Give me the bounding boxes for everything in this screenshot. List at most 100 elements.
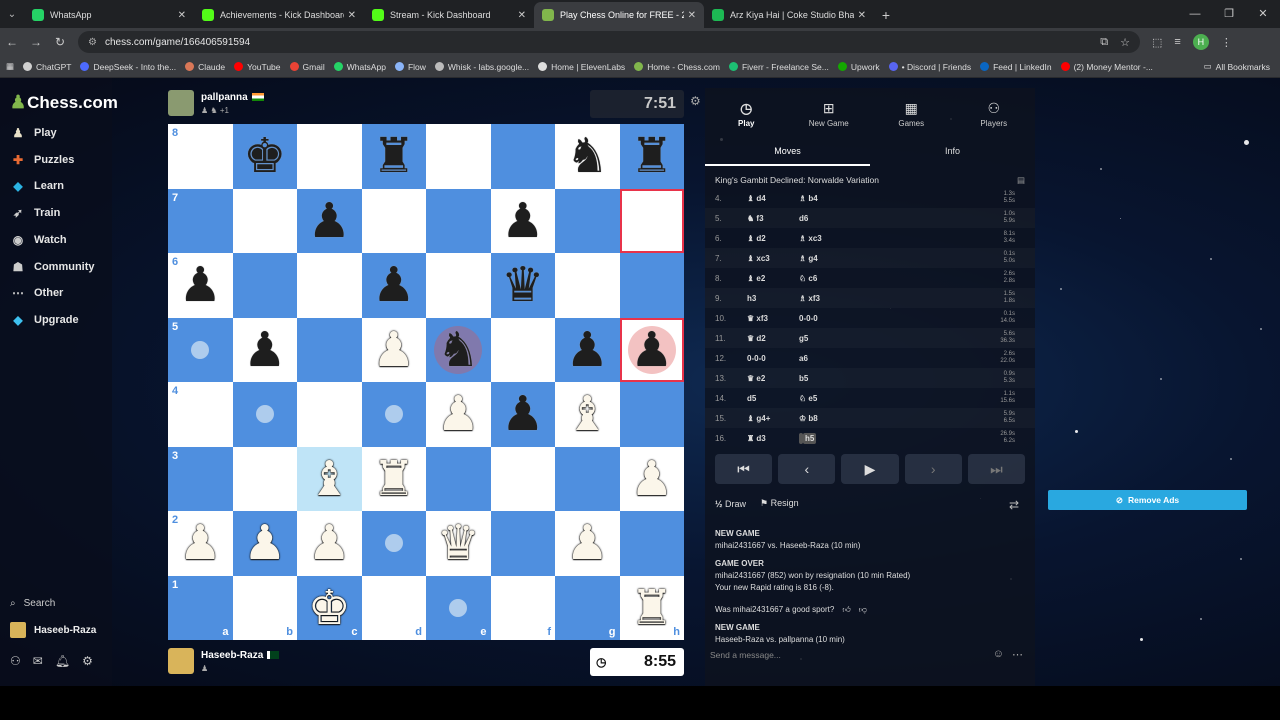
extensions-icon[interactable]: ⬚ — [1152, 36, 1162, 49]
white-pawn-icon[interactable]: ♟ — [437, 390, 480, 438]
tab-info[interactable]: Info — [870, 142, 1035, 166]
copy-icon[interactable]: ▤ — [1017, 175, 1025, 186]
square-c5[interactable] — [297, 317, 362, 382]
move-hint-dot[interactable] — [191, 340, 210, 359]
white-bishop-icon[interactable]: ♝ — [308, 455, 351, 503]
black-move[interactable]: ♗ xc3 — [799, 234, 879, 243]
bookmark-item[interactable]: Flow — [394, 62, 426, 72]
black-move[interactable]: ♗ b4 — [799, 194, 879, 203]
square-e3[interactable] — [426, 446, 491, 511]
resign-button[interactable]: ⚑ Resign — [760, 498, 799, 509]
star-icon[interactable]: ☆ — [1120, 36, 1130, 49]
square-d7[interactable] — [361, 188, 426, 253]
draw-button[interactable]: ½ Draw — [715, 499, 746, 509]
white-move[interactable]: ♞ f3 — [733, 214, 799, 223]
square-f8[interactable] — [490, 124, 555, 189]
bookmark-item[interactable]: Whisk - labs.google... — [434, 62, 529, 72]
square-e7[interactable] — [426, 188, 491, 253]
sidebar-user[interactable]: Haseeb-Raza — [10, 622, 96, 638]
black-knight-icon[interactable]: ♞ — [566, 132, 609, 180]
black-move[interactable]: ♘ c6 — [799, 274, 879, 283]
square-e6[interactable] — [426, 253, 491, 318]
play-moves-button[interactable]: ▶ — [841, 454, 899, 484]
more-icon[interactable]: ⋯ — [1012, 648, 1023, 661]
square-b2[interactable]: ♟ — [232, 511, 297, 576]
square-d8[interactable]: ♜ — [361, 124, 426, 189]
square-b1[interactable]: b — [232, 575, 297, 640]
white-rook-icon[interactable]: ♜ — [372, 455, 415, 503]
square-c8[interactable] — [297, 124, 362, 189]
square-g2[interactable]: ♟ — [555, 511, 620, 576]
panel-tab-games[interactable]: ▦ Games — [870, 100, 953, 128]
white-move[interactable]: ♛ d2 — [733, 334, 799, 343]
next-move-button[interactable]: › — [904, 454, 962, 484]
white-move[interactable]: ♝ d2 — [733, 234, 799, 243]
square-d2[interactable] — [361, 511, 426, 576]
square-c7[interactable]: ♟ — [297, 188, 362, 253]
notifications-icon[interactable]: 🔔︎ — [55, 654, 70, 668]
black-move[interactable]: ♔ b8 — [799, 414, 879, 423]
black-pawn-icon[interactable]: ♟ — [566, 326, 609, 374]
bookmark-item[interactable]: (2) Money Mentor -... — [1060, 62, 1153, 72]
black-pawn-icon[interactable]: ♟ — [372, 261, 415, 309]
square-e5[interactable]: ♞ — [426, 317, 491, 382]
black-pawn-icon[interactable]: ♟ — [501, 197, 544, 245]
chat-input[interactable]: Send a message... — [710, 650, 781, 660]
black-move[interactable]: d6 — [799, 214, 879, 223]
apps-icon[interactable]: ▦ — [6, 61, 14, 72]
square-g7[interactable] — [555, 188, 620, 253]
last-move-button[interactable]: ⏭ — [967, 454, 1026, 484]
friends-icon[interactable]: ⚇ — [10, 654, 21, 668]
black-move[interactable]: ♘ e5 — [799, 394, 879, 403]
player-name[interactable]: Haseeb-Raza — [201, 650, 263, 661]
messages-icon[interactable]: ✉ — [33, 654, 43, 668]
black-rook-icon[interactable]: ♜ — [372, 132, 415, 180]
white-move[interactable]: ♜ d3 — [733, 434, 799, 443]
square-b8[interactable]: ♚ — [232, 124, 297, 189]
profile-avatar[interactable]: H — [1192, 34, 1209, 50]
square-g8[interactable]: ♞ — [555, 124, 620, 189]
reload-button[interactable]: ↻ — [48, 35, 72, 49]
media-icon[interactable]: ≡ — [1174, 36, 1180, 48]
square-g1[interactable]: g — [555, 575, 620, 640]
square-h7[interactable] — [619, 188, 684, 253]
square-d4[interactable] — [361, 382, 426, 447]
sidebar-item-play[interactable]: ♟ Play — [10, 126, 57, 140]
square-h6[interactable] — [619, 253, 684, 318]
black-king-icon[interactable]: ♚ — [243, 132, 286, 180]
panel-tab-play[interactable]: ◷ Play — [705, 100, 788, 128]
bookmark-item[interactable]: Fiverr - Freelance Se... — [728, 62, 829, 72]
browser-tab[interactable]: WhatsApp ✕ — [24, 2, 194, 28]
square-d1[interactable]: d — [361, 575, 426, 640]
square-e4[interactable]: ♟ — [426, 382, 491, 447]
black-queen-icon[interactable]: ♛ — [501, 261, 544, 309]
square-b3[interactable] — [232, 446, 297, 511]
black-move[interactable]: ♗ xf3 — [799, 294, 879, 303]
tab-moves[interactable]: Moves — [705, 142, 870, 166]
close-tab-icon[interactable]: ✕ — [348, 10, 356, 21]
square-g6[interactable] — [555, 253, 620, 318]
black-move[interactable]: a6 — [799, 354, 879, 363]
square-f4[interactable]: ♟ — [490, 382, 555, 447]
square-e2[interactable]: ♛ — [426, 511, 491, 576]
black-rook-icon[interactable]: ♜ — [630, 132, 673, 180]
first-move-button[interactable]: ⏮ — [715, 454, 773, 484]
move-hint-dot[interactable] — [255, 405, 274, 424]
black-pawn-icon[interactable]: ♟ — [308, 197, 351, 245]
bookmark-item[interactable]: WhatsApp — [333, 62, 386, 72]
sidebar-search[interactable]: ⌕ Search — [10, 598, 55, 609]
black-pawn-icon[interactable]: ♟ — [501, 390, 544, 438]
bookmark-item[interactable]: Feed | LinkedIn — [980, 62, 1052, 72]
bookmark-item[interactable]: Home - Chess.com — [634, 62, 720, 72]
square-c2[interactable]: ♟ — [297, 511, 362, 576]
white-move[interactable]: 0-0-0 — [733, 354, 799, 363]
square-a6[interactable]: 6 ♟ — [168, 253, 233, 318]
browser-tab[interactable]: Achievements - Kick Dashboard ✕ — [194, 2, 364, 28]
panel-tab-players[interactable]: ⚇ Players — [953, 100, 1036, 128]
bookmark-item[interactable]: Upwork — [837, 62, 880, 72]
square-g4[interactable]: ♝ — [555, 382, 620, 447]
white-move[interactable]: ♝ g4+ — [733, 414, 799, 423]
opening-name[interactable]: King's Gambit Declined: Norwalde Variati… — [715, 175, 879, 185]
sidebar-item-community[interactable]: ☗ Community — [10, 260, 95, 274]
player-avatar[interactable] — [168, 648, 194, 674]
